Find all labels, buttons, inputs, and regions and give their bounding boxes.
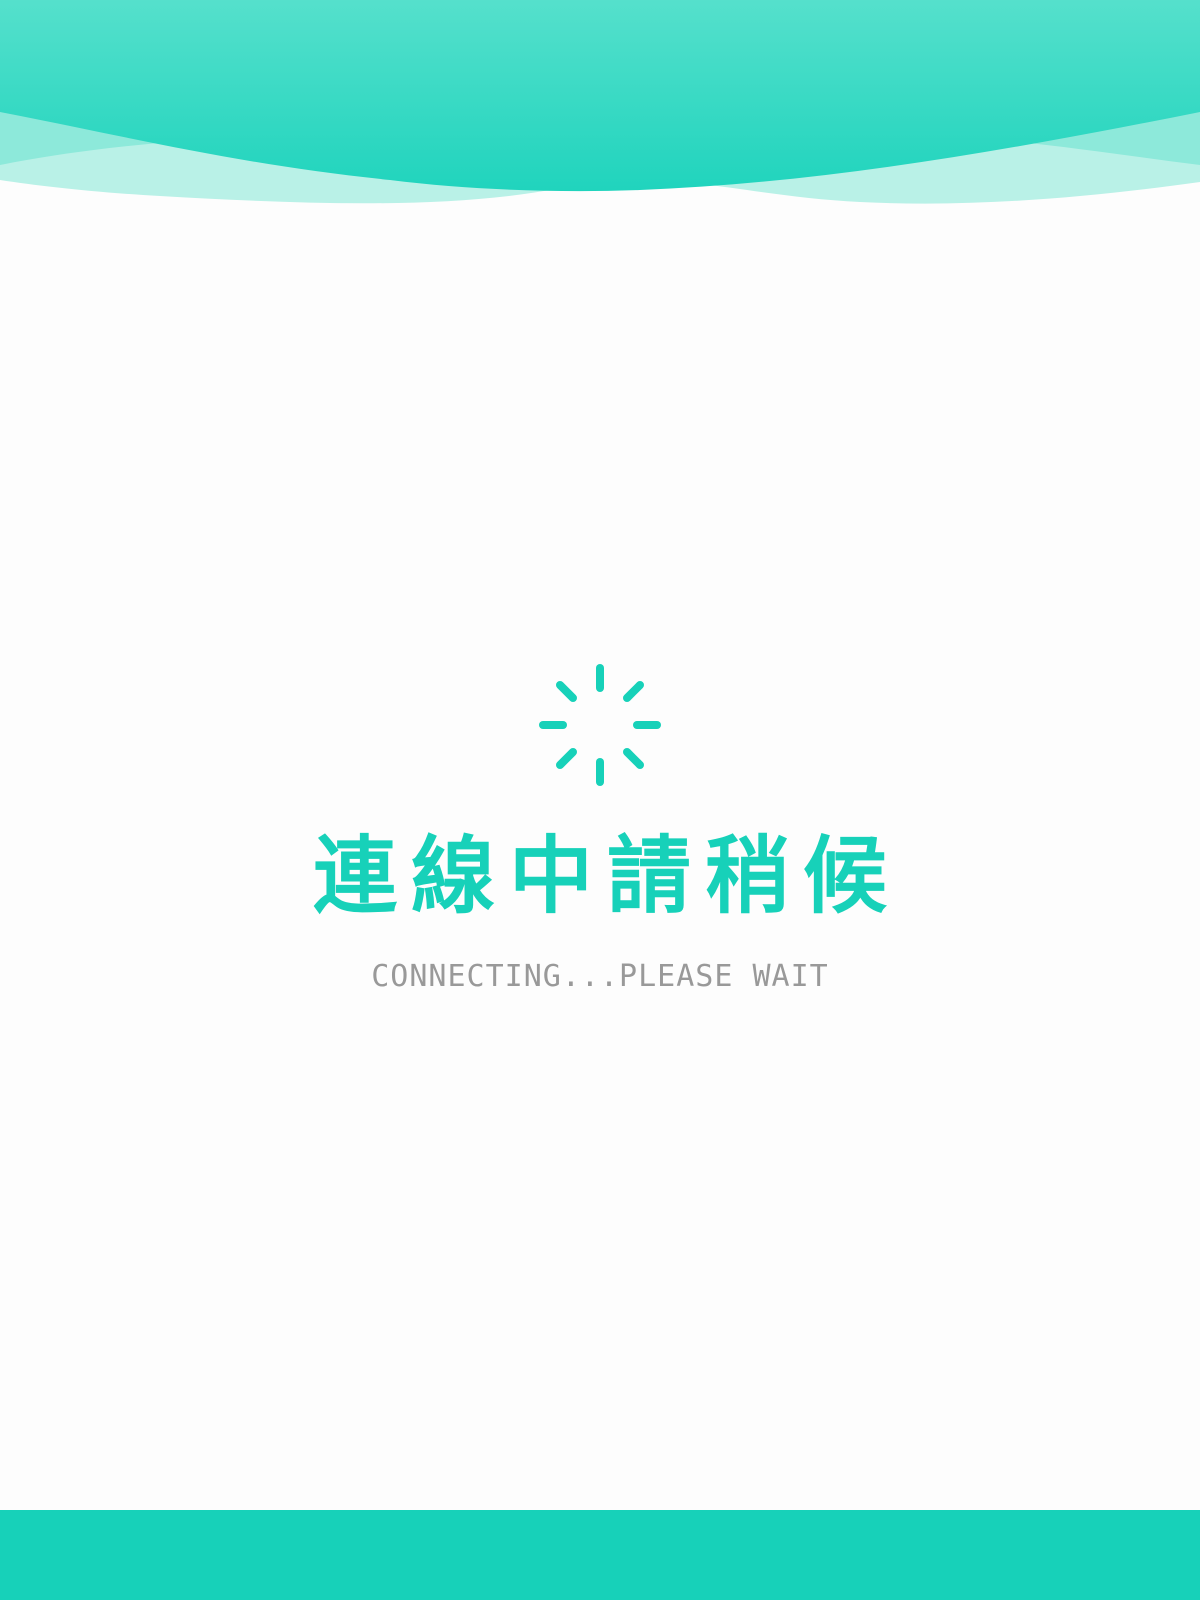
loading-panel: 連線中請稍候 CONNECTING...PLEASE WAIT xyxy=(0,660,1200,992)
spinner-tick xyxy=(556,748,577,769)
bottom-bar xyxy=(0,1510,1200,1600)
top-wave-banner xyxy=(0,0,1200,204)
loading-title: 連線中請稍候 xyxy=(312,827,901,925)
spinner-tick xyxy=(623,748,644,769)
spinner-icon xyxy=(539,664,661,786)
loading-subtitle: CONNECTING...PLEASE WAIT xyxy=(371,959,829,994)
spinner-tick xyxy=(623,681,644,702)
spinner-tick xyxy=(556,681,577,702)
